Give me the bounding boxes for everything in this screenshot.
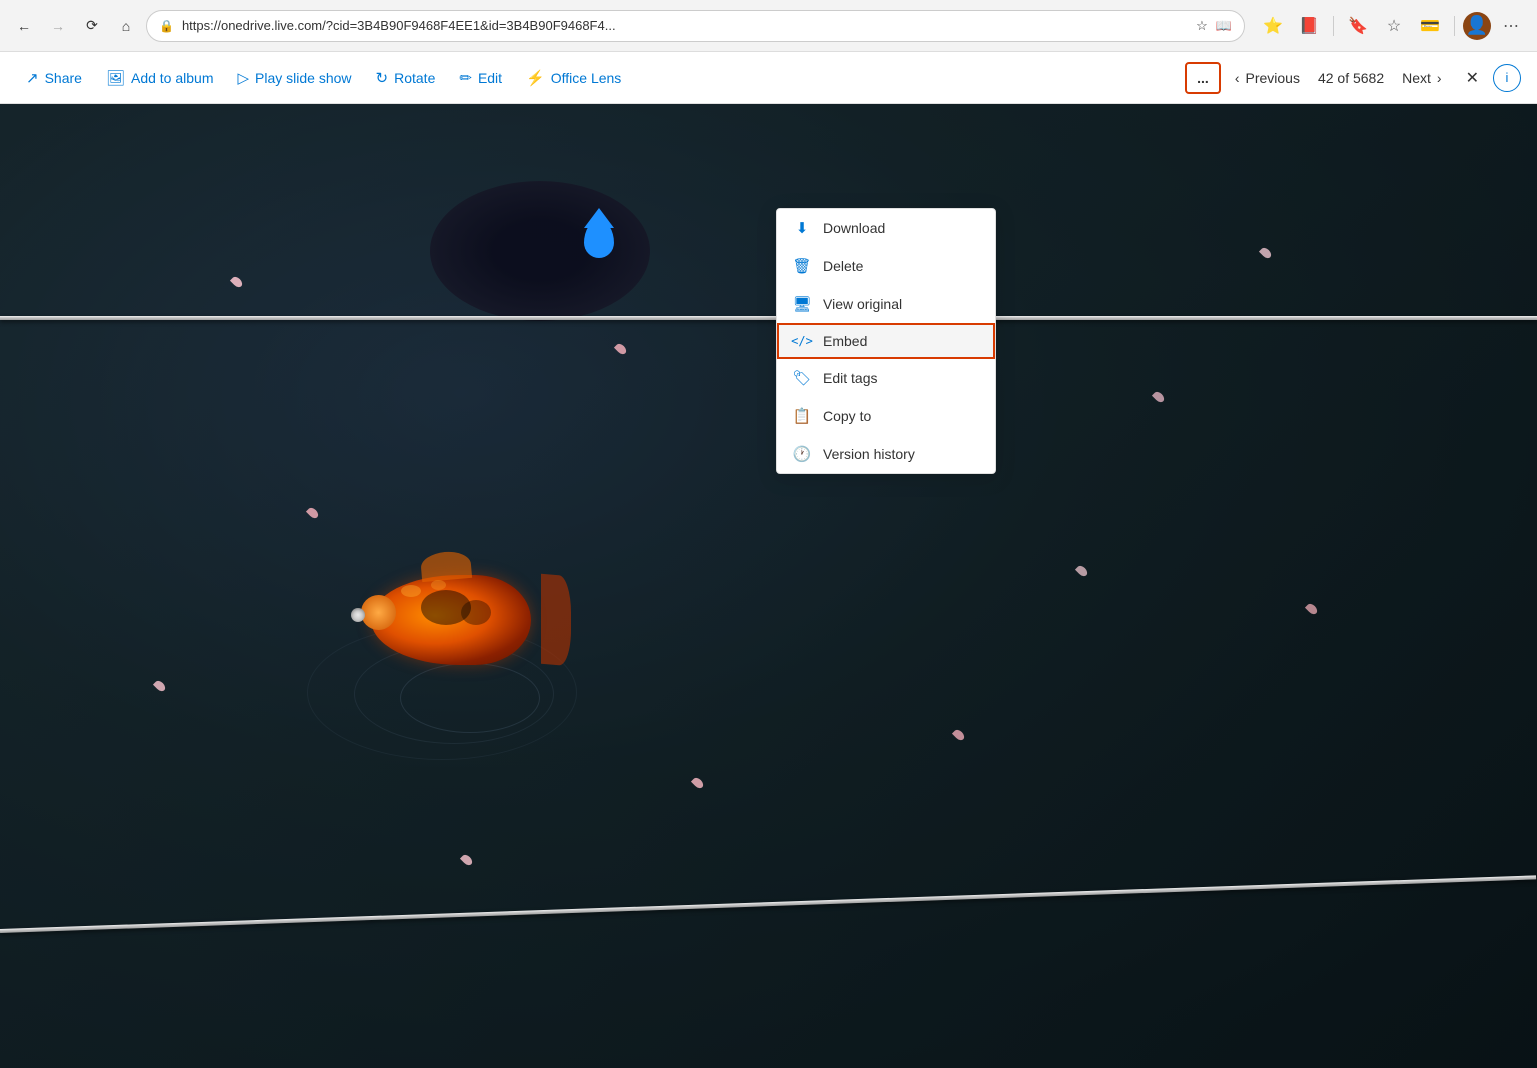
water-drop xyxy=(584,220,614,258)
edit-button[interactable]: ✏ Edit xyxy=(449,63,512,93)
context-menu: ⬇ Download 🗑 Delete 🖥 View original </> … xyxy=(776,208,996,474)
menu-item-copy-to[interactable]: 📋 Copy to xyxy=(777,397,995,435)
menu-item-embed[interactable]: </> Embed xyxy=(777,323,995,359)
browser-actions: ⭐ 📕 🔖 ☆ 💳 👤 ⋯ xyxy=(1257,10,1527,42)
rotate-label: Rotate xyxy=(394,70,435,86)
browser-more-button[interactable]: ⋯ xyxy=(1495,10,1527,42)
info-icon: i xyxy=(1506,70,1509,85)
lock-icon: 🔒 xyxy=(159,19,174,33)
office-lens-icon: ⚡ xyxy=(526,69,545,87)
previous-button[interactable]: ‹ Previous xyxy=(1225,64,1310,92)
close-button[interactable]: ✕ xyxy=(1456,62,1489,94)
next-label: Next xyxy=(1402,70,1431,86)
toolbar-divider-2 xyxy=(1454,16,1455,36)
collections-button[interactable]: 🔖 xyxy=(1342,10,1374,42)
rotate-icon: ↻ xyxy=(376,69,389,87)
dark-oval xyxy=(430,181,650,321)
play-icon: ▷ xyxy=(237,69,249,87)
back-button[interactable]: ← xyxy=(10,12,38,40)
star-button[interactable]: ☆ xyxy=(1378,10,1410,42)
favorites-button[interactable]: ⭐ xyxy=(1257,10,1289,42)
download-icon: ⬇ xyxy=(793,219,811,237)
edit-label: Edit xyxy=(478,70,502,86)
embed-icon: </> xyxy=(793,334,811,348)
read-mode-button[interactable]: 📕 xyxy=(1293,10,1325,42)
reader-icon: 📖 xyxy=(1216,18,1232,34)
menu-label-edit-tags: Edit tags xyxy=(823,370,877,386)
menu-item-view-original[interactable]: 🖥 View original xyxy=(777,285,995,323)
edit-tags-icon: 🏷 xyxy=(793,369,811,387)
menu-item-delete[interactable]: 🗑 Delete xyxy=(777,247,995,285)
share-label: Share xyxy=(45,70,82,86)
profile-avatar[interactable]: 👤 xyxy=(1463,12,1491,40)
home-button[interactable]: ⌂ xyxy=(112,12,140,40)
share-button[interactable]: ↗ Share xyxy=(16,63,92,93)
refresh-button[interactable]: ⟳ xyxy=(78,12,106,40)
add-album-icon: 🖼 xyxy=(106,69,125,87)
office-lens-label: Office Lens xyxy=(551,70,622,86)
version-history-icon: 🕐 xyxy=(793,445,811,463)
chevron-right-icon: › xyxy=(1437,70,1442,86)
add-to-album-button[interactable]: 🖼 Add to album xyxy=(96,63,224,93)
info-button[interactable]: i xyxy=(1493,64,1521,92)
browser-chrome: ← → ⟳ ⌂ 🔒 https://onedrive.live.com/?cid… xyxy=(0,0,1537,52)
url-text: https://onedrive.live.com/?cid=3B4B90F94… xyxy=(182,18,1188,33)
more-options-button[interactable]: ... xyxy=(1185,62,1221,94)
close-icon: ✕ xyxy=(1466,68,1479,88)
view-original-icon: 🖥 xyxy=(793,295,811,313)
add-to-album-label: Add to album xyxy=(131,70,214,86)
delete-icon: 🗑 xyxy=(793,257,811,275)
menu-label-delete: Delete xyxy=(823,258,863,274)
next-button[interactable]: Next › xyxy=(1392,64,1451,92)
menu-label-download: Download xyxy=(823,220,885,236)
toolbar-right: ... ‹ Previous 42 of 5682 Next › ✕ i xyxy=(1185,62,1521,94)
nav-count: 42 of 5682 xyxy=(1314,70,1388,86)
menu-label-view-original: View original xyxy=(823,296,902,312)
bar-top xyxy=(0,316,1537,320)
play-slideshow-button[interactable]: ▷ Play slide show xyxy=(227,63,361,93)
address-bar[interactable]: 🔒 https://onedrive.live.com/?cid=3B4B90F… xyxy=(146,10,1245,42)
menu-item-download[interactable]: ⬇ Download xyxy=(777,209,995,247)
rotate-button[interactable]: ↻ Rotate xyxy=(366,63,446,93)
main-content: ⬇ Download 🗑 Delete 🖥 View original </> … xyxy=(0,104,1537,1068)
office-lens-button[interactable]: ⚡ Office Lens xyxy=(516,63,631,93)
photo-display xyxy=(0,104,1537,1068)
menu-label-version-history: Version history xyxy=(823,446,915,462)
toolbar-divider xyxy=(1333,16,1334,36)
copy-to-icon: 📋 xyxy=(793,407,811,425)
app-toolbar: ↗ Share 🖼 Add to album ▷ Play slide show… xyxy=(0,52,1537,104)
koi-fish xyxy=(351,570,571,680)
star-address-icon: ☆ xyxy=(1196,18,1208,34)
menu-item-edit-tags[interactable]: 🏷 Edit tags xyxy=(777,359,995,397)
share-icon: ↗ xyxy=(26,69,39,87)
avatar-image: 👤 xyxy=(1466,15,1488,36)
edit-icon: ✏ xyxy=(459,69,472,87)
menu-label-embed: Embed xyxy=(823,333,867,349)
more-label: ... xyxy=(1197,70,1209,86)
previous-label: Previous xyxy=(1245,70,1299,86)
chevron-left-icon: ‹ xyxy=(1235,70,1240,86)
menu-item-version-history[interactable]: 🕐 Version history xyxy=(777,435,995,473)
play-slideshow-label: Play slide show xyxy=(255,70,352,86)
forward-button[interactable]: → xyxy=(44,12,72,40)
wallet-button[interactable]: 💳 xyxy=(1414,10,1446,42)
menu-label-copy-to: Copy to xyxy=(823,408,871,424)
